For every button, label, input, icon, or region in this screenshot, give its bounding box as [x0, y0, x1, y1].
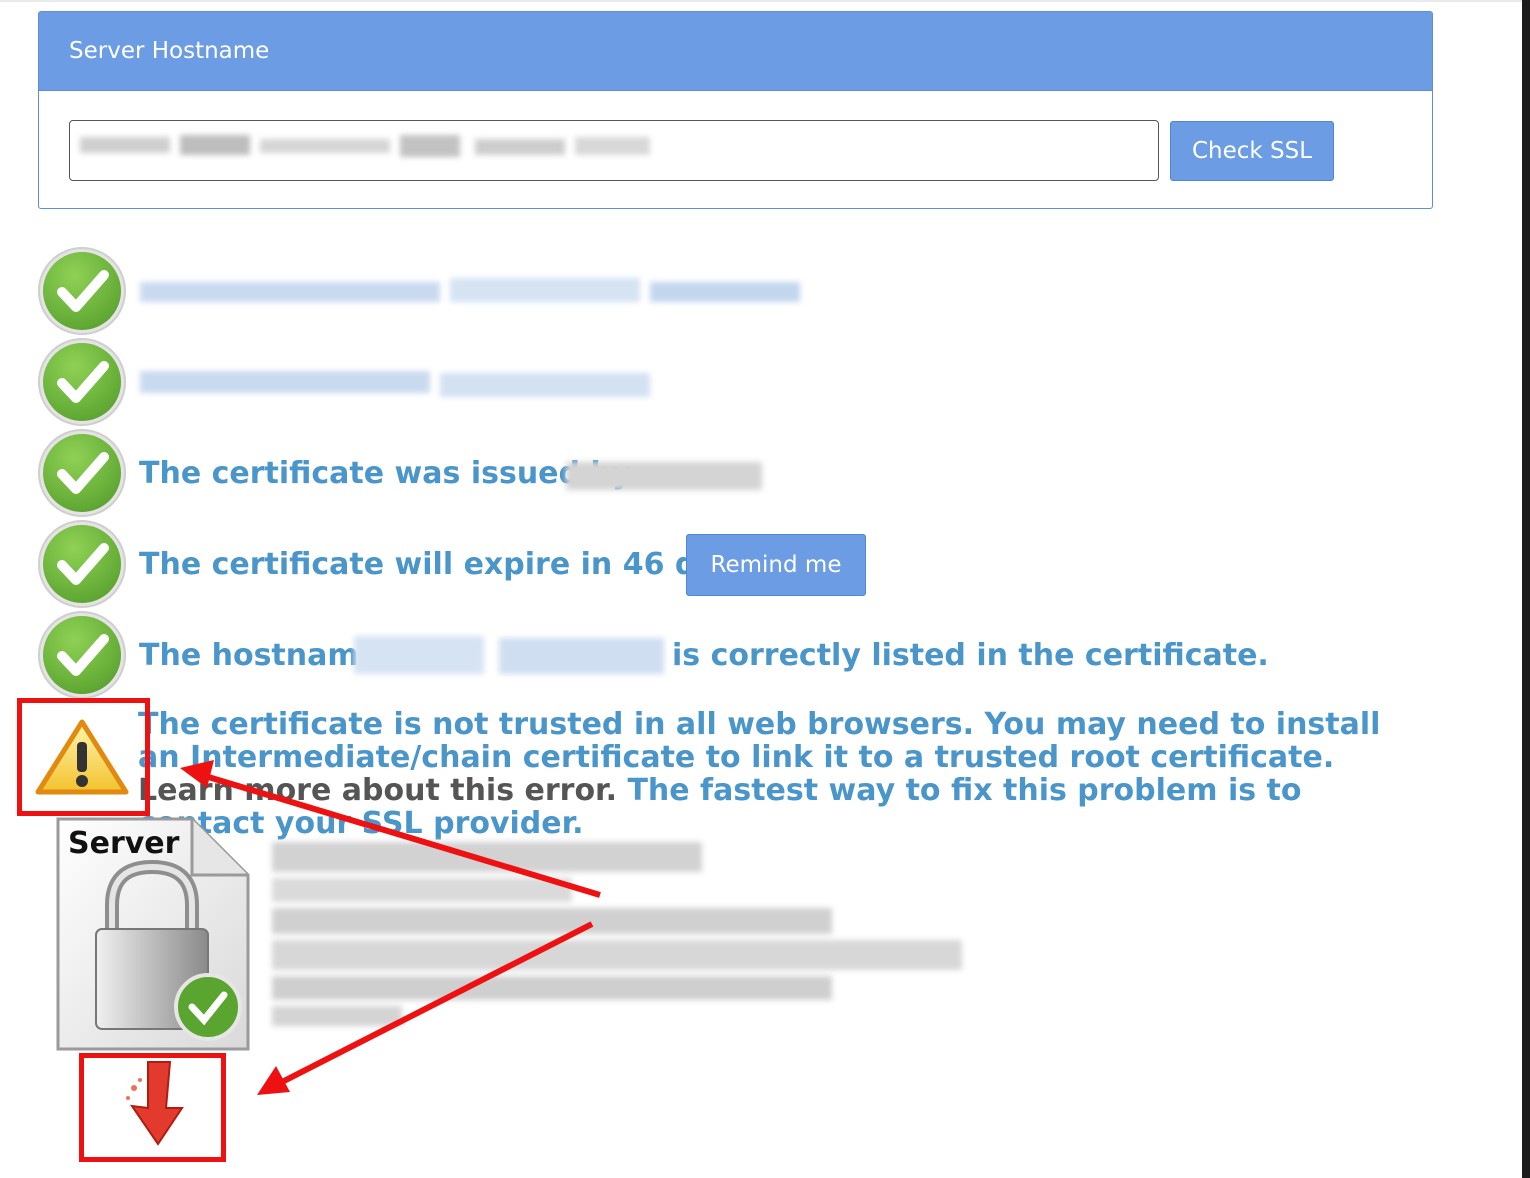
annotation-arrows — [180, 760, 601, 1095]
